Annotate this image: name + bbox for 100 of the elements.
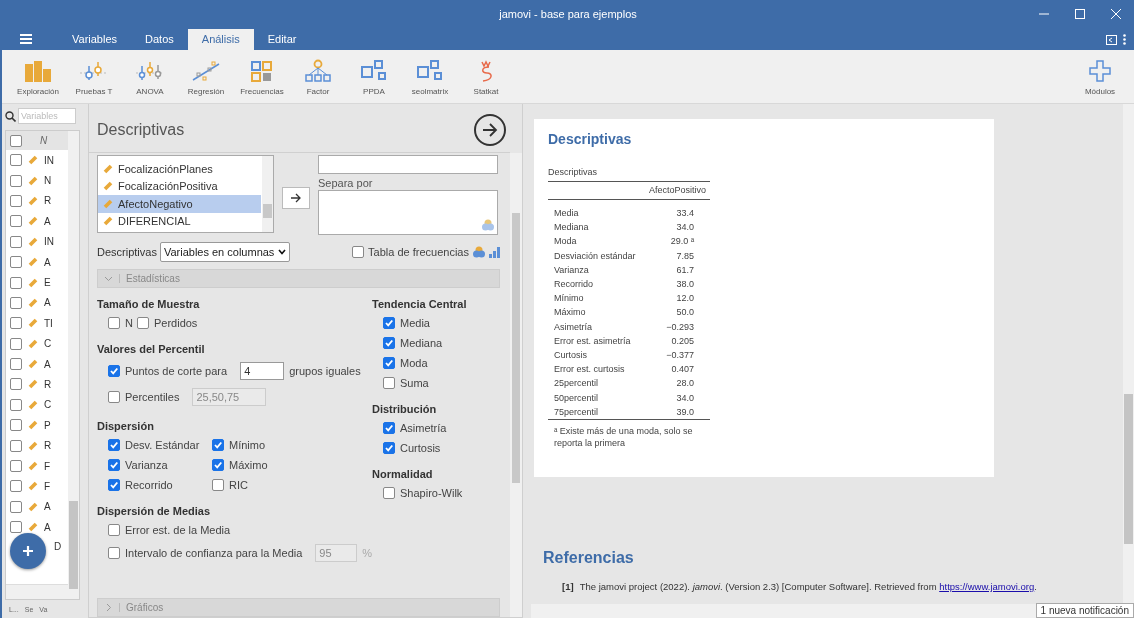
ruler-icon [27,378,39,391]
variable-name[interactable]: A [44,501,51,513]
move-button[interactable] [282,187,310,209]
table-cell-text: 50.0 [675,306,695,320]
checkbox[interactable] [108,459,120,471]
tab[interactable]: Editar [253,29,311,50]
checkbox[interactable] [10,235,22,248]
checkbox[interactable] [383,337,395,349]
checkbox[interactable] [108,547,120,559]
variable-name[interactable]: N [44,175,52,187]
checkbox[interactable] [383,377,395,389]
select-all-checkbox[interactable] [10,134,22,147]
run-button[interactable] [474,114,506,146]
number-field[interactable]: 4 [240,362,285,380]
checkbox[interactable] [383,317,395,329]
layout-dropdown[interactable]: Variables en columnas [159,242,291,262]
group-title: Tamaño de Muestra [97,298,201,310]
checkbox[interactable] [136,317,149,329]
variable-name[interactable]: D [54,541,62,553]
checkbox[interactable] [10,521,22,534]
ribbon-button[interactable]: Regresión [178,50,234,103]
add-button[interactable] [10,533,46,569]
checkbox[interactable] [10,358,22,371]
variable-name[interactable]: A [44,358,51,370]
modules-button[interactable]: Módulos [1072,50,1128,103]
checkbox[interactable] [10,500,22,513]
ribbon-button[interactable]: Statkat [458,50,514,103]
checkbox[interactable] [212,439,224,451]
checkbox[interactable] [108,391,120,403]
checkbox[interactable] [10,174,22,187]
checkbox[interactable] [10,317,22,330]
tab[interactable]: Variables [58,29,132,50]
search-icon[interactable] [5,110,16,122]
variable-name[interactable]: TI [44,317,53,329]
notification-toast[interactable]: 1 nueva notificación [1035,603,1134,618]
variable-name[interactable]: F [44,460,51,472]
variable-name[interactable]: A [44,256,51,268]
variable-name[interactable]: A [44,215,51,227]
checkbox[interactable] [10,419,22,432]
checkbox[interactable] [383,487,395,499]
variables-box[interactable] [318,155,498,175]
table-cell: 39.0 [646,404,710,420]
list-item[interactable]: FocalizaciónPositiva [98,177,261,195]
checkbox[interactable] [10,460,22,473]
scrollbar[interactable] [1123,104,1134,604]
checkbox[interactable] [10,398,22,411]
checkbox-label: Mediana [400,337,443,349]
tab[interactable]: Datos [131,29,188,50]
variable-name[interactable]: R [44,440,52,452]
checkbox[interactable] [108,365,120,377]
search-field[interactable]: Variables [18,108,76,124]
scrollbar[interactable] [510,153,522,617]
variable-name[interactable]: R [44,379,52,390]
list-item[interactable]: DIFERENCIAL [98,212,261,230]
ribbon-button[interactable]: Pruebas T [66,50,122,103]
variable-name[interactable]: F [44,480,51,492]
checkbox[interactable] [10,439,22,452]
ribbon-button[interactable]: seolmatrix [402,50,458,103]
checkbox[interactable] [10,480,22,493]
split-by-box[interactable] [318,190,498,235]
list-item[interactable]: AfectoNegativo [98,195,261,213]
variable-name[interactable]: A [44,297,51,309]
tab[interactable]: Análisis [187,29,254,50]
variable-name[interactable]: E [44,277,51,289]
checkbox[interactable] [108,479,120,491]
variable-name[interactable]: R [44,195,52,207]
horizontal-scrollbar[interactable] [6,584,79,599]
checkbox[interactable] [212,459,224,471]
ribbon-button[interactable]: Exploración [10,50,66,103]
list-item[interactable]: FocalizaciónPlanes [98,160,261,178]
ribbon-button[interactable]: Factor [290,50,346,103]
checkbox[interactable] [10,215,22,228]
variable-name[interactable]: C [44,338,52,350]
checkbox[interactable] [10,296,22,309]
window-mode-icon[interactable] [1106,34,1117,45]
checkbox[interactable] [10,256,22,269]
more-options-icon[interactable] [1123,34,1126,45]
checkbox[interactable] [352,246,365,258]
checkbox[interactable] [383,442,395,454]
scrollbar[interactable] [262,156,273,232]
checkbox[interactable] [108,524,120,536]
variable-name[interactable]: A [44,521,51,533]
checkbox[interactable] [383,422,395,434]
column-header[interactable]: N [40,135,48,146]
variable-name[interactable]: P [44,419,51,431]
ribbon-button[interactable]: Frecuencias [234,50,290,103]
checkbox[interactable] [10,276,22,289]
ribbon-button[interactable]: PPDA [346,50,402,103]
variable-name[interactable]: IN [44,154,54,166]
checkbox[interactable] [10,337,22,350]
variable-name[interactable]: C [44,399,52,411]
checkbox[interactable] [10,378,22,391]
variable-name[interactable]: IN [44,236,54,248]
checkbox[interactable] [10,194,22,207]
checkbox[interactable] [212,479,224,491]
checkbox[interactable] [108,439,120,451]
checkbox[interactable] [383,357,395,369]
checkbox[interactable] [10,154,22,167]
ribbon-button[interactable]: ANOVA [122,50,178,103]
checkbox[interactable] [108,317,120,329]
